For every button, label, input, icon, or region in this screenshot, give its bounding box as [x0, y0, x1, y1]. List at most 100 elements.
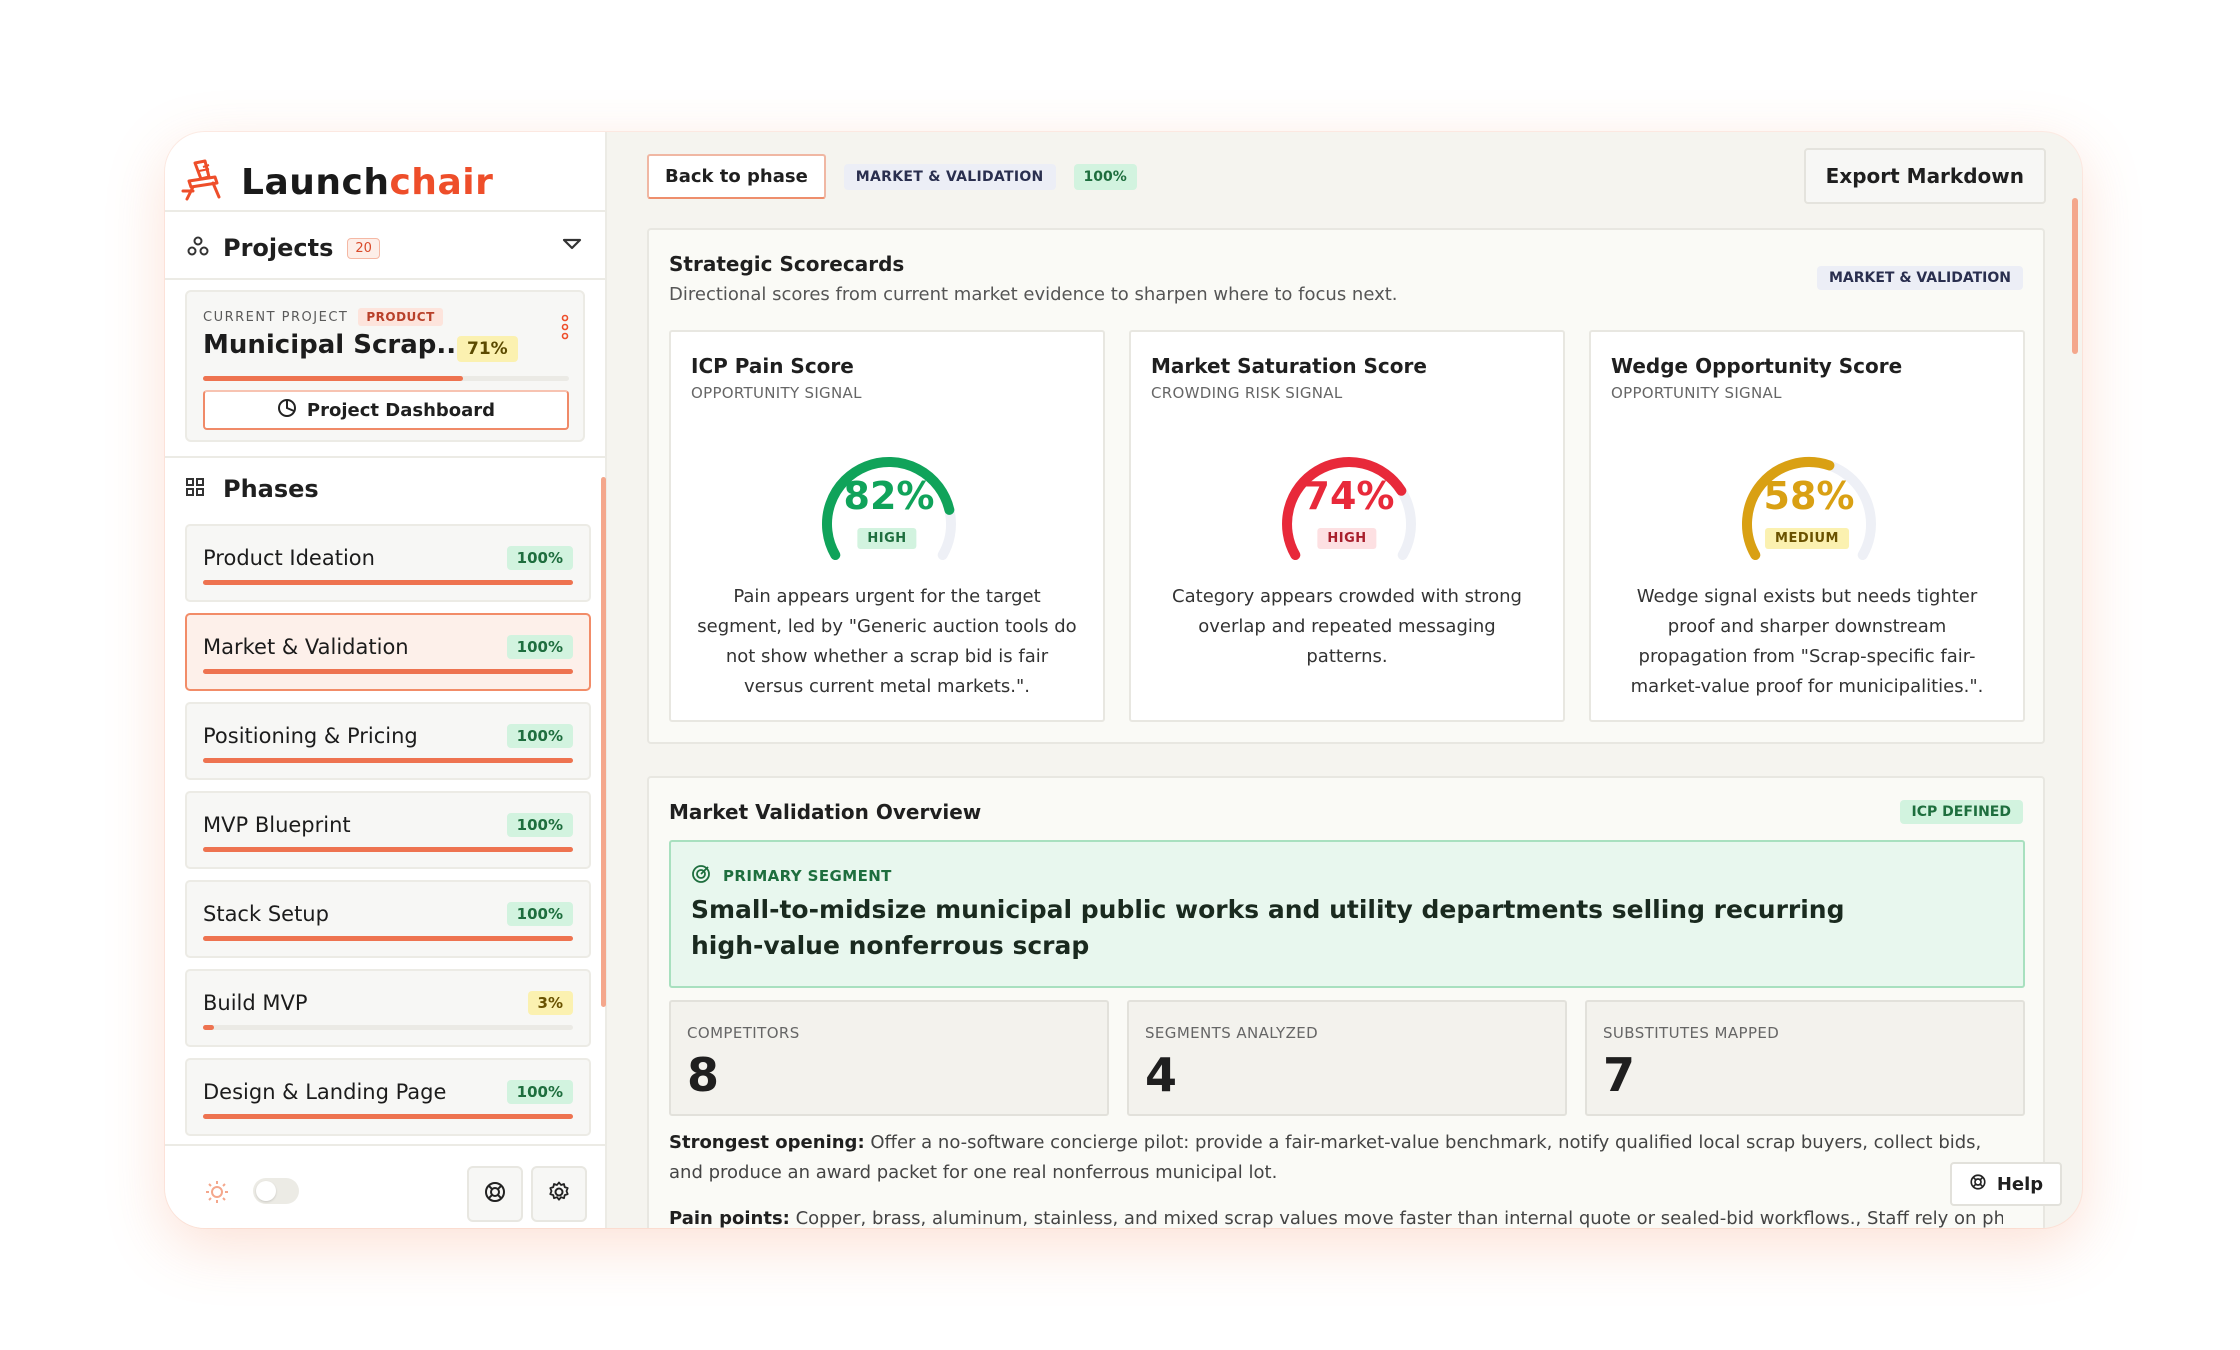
segments-analyzed-stat: SEGMENTS ANALYZED 4 [1127, 1000, 1567, 1116]
score-title: Wedge Opportunity Score [1611, 354, 1903, 378]
phase-percent-badge: 100% [506, 902, 573, 926]
phase-item-market-validation[interactable]: Market & Validation 100% [185, 613, 591, 691]
logo[interactable]: Launchchair [179, 152, 493, 212]
support-button[interactable] [467, 1166, 523, 1222]
phase-item-design-landing-page[interactable]: Design & Landing Page 100% [185, 1058, 591, 1136]
sun-icon [205, 1180, 229, 1208]
phase-progress-fill [203, 847, 573, 852]
phase-progress-bar [203, 847, 573, 852]
project-dashboard-button[interactable]: Project Dashboard [203, 390, 569, 430]
phase-progress-fill [203, 1025, 215, 1030]
phases-title: Phases [223, 475, 319, 503]
sidebar: Launchchair Projects 20 CURRENT PROJECT … [165, 132, 607, 1228]
phase-progress-fill [203, 1114, 573, 1119]
phase-progress-bar [203, 1025, 573, 1030]
primary-segment-text: Small-to-midsize municipal public works … [691, 895, 1845, 960]
phase-label: Design & Landing Page [203, 1080, 447, 1104]
competitors-stat: COMPETITORS 8 [669, 1000, 1109, 1116]
wedge-opportunity-score-card: Wedge Opportunity Score OPPORTUNITY SIGN… [1589, 330, 2025, 722]
stat-label: COMPETITORS [687, 1024, 800, 1042]
score-value: 58% [1763, 474, 1855, 518]
phases-header: Phases [185, 475, 319, 503]
score-level-badge: HIGH [1317, 528, 1377, 549]
score-subtitle: OPPORTUNITY SIGNAL [691, 384, 862, 402]
score-description: Wedge signal exists but needs tighter pr… [1630, 586, 1984, 697]
stat-value: 7 [1603, 1048, 1636, 1102]
pain-points-text: Pain points: Copper, brass, aluminum, st… [669, 1204, 2003, 1228]
app-window: Launchchair Projects 20 CURRENT PROJECT … [165, 132, 2082, 1228]
chair-logo-icon [179, 157, 231, 207]
project-type-tag: PRODUCT [358, 308, 443, 326]
phase-progress-fill [203, 758, 573, 763]
icp-pain-score-card: ICP Pain Score OPPORTUNITY SIGNAL 82% HI… [669, 330, 1105, 722]
phase-item-positioning-pricing[interactable]: Positioning & Pricing 100% [185, 702, 591, 780]
main-scrollbar[interactable] [2072, 198, 2078, 354]
back-to-phase-button[interactable]: Back to phase [647, 154, 826, 199]
panel-title: Strategic Scorecards [669, 252, 905, 276]
score-level-badge: HIGH [857, 528, 917, 549]
phase-label: MVP Blueprint [203, 813, 351, 837]
panel-badge: MARKET & VALIDATION [1816, 266, 2023, 290]
phase-item-build-mvp[interactable]: Build MVP 3% [185, 969, 591, 1047]
phase-label: Market & Validation [203, 635, 409, 659]
phase-label: Product Ideation [203, 546, 375, 570]
stat-value: 4 [1145, 1048, 1178, 1102]
divider [165, 456, 607, 458]
sidebar-footer [165, 1142, 607, 1228]
phase-percent-badge: 3% [527, 991, 573, 1015]
project-progress-bar [203, 376, 569, 381]
help-button[interactable]: Help [1950, 1162, 2062, 1206]
score-level-badge: MEDIUM [1765, 528, 1849, 549]
strongest-opening-body: Offer a no-software concierge pilot: pro… [669, 1132, 1982, 1183]
score-subtitle: OPPORTUNITY SIGNAL [1611, 384, 1782, 402]
export-markdown-button[interactable]: Export Markdown [1803, 148, 2046, 204]
projects-icon [187, 235, 209, 261]
phase-progress-bar [203, 580, 573, 585]
stat-value: 8 [687, 1048, 720, 1102]
panel-subtitle: Directional scores from current market e… [669, 284, 1398, 305]
chevron-down-icon[interactable] [561, 236, 583, 256]
phase-item-stack-setup[interactable]: Stack Setup 100% [185, 880, 591, 958]
phase-progress-bar [203, 936, 573, 941]
phase-label: Positioning & Pricing [203, 724, 418, 748]
phase-progress-bar [203, 758, 573, 763]
lifebuoy-icon [483, 1180, 507, 1208]
phase-item-mvp-blueprint[interactable]: MVP Blueprint 100% [185, 791, 591, 869]
help-label: Help [1996, 1173, 2044, 1195]
theme-toggle[interactable] [253, 1178, 299, 1204]
current-project-card: CURRENT PROJECT PRODUCT Municipal Scrap.… [185, 290, 585, 442]
pain-points-label: Pain points: [669, 1208, 790, 1228]
toggle-knob [256, 1181, 276, 1201]
score-value: 82% [843, 474, 935, 518]
current-project-label: CURRENT PROJECT [203, 309, 349, 325]
market-saturation-score-card: Market Saturation Score CROWDING RISK SI… [1129, 330, 1565, 722]
logo-text: Launchchair [241, 161, 494, 203]
score-subtitle: CROWDING RISK SIGNAL [1151, 384, 1343, 402]
market-validation-overview-panel: Market Validation Overview ICP DEFINED P… [647, 776, 2045, 1228]
project-progress-badge: 71% [457, 336, 518, 362]
lifebuoy-icon [1969, 1173, 1987, 1196]
phase-label: Stack Setup [203, 902, 329, 926]
sidebar-scrollbar[interactable] [601, 477, 606, 1007]
phase-percent-badge: 100% [506, 724, 573, 748]
score-value: 74% [1303, 474, 1395, 518]
settings-button[interactable] [531, 1166, 587, 1222]
panel-title: Market Validation Overview [669, 800, 982, 824]
stat-label: SUBSTITUTES MAPPED [1603, 1024, 1780, 1042]
phase-label: Build MVP [203, 991, 308, 1015]
projects-selector[interactable]: Projects 20 [187, 218, 587, 278]
projects-count-badge: 20 [347, 237, 380, 259]
projects-title: Projects [223, 234, 334, 262]
phase-percent-badge: 100% [506, 1080, 573, 1104]
phase-percent-badge: 100% [506, 635, 573, 659]
strongest-opening-text: Strongest opening: Offer a no-software c… [669, 1128, 1993, 1188]
pie-chart-icon [277, 398, 297, 423]
divider [165, 278, 607, 280]
phase-percent-badge: 100% [506, 813, 573, 837]
more-options-icon[interactable] [559, 314, 571, 340]
phase-item-product-ideation[interactable]: Product Ideation 100% [185, 524, 591, 602]
target-icon [691, 864, 711, 888]
phase-percent-badge: 100% [506, 546, 573, 570]
score-description: Category appears crowded with strong ove… [1172, 586, 1522, 667]
strongest-opening-label: Strongest opening: [669, 1132, 865, 1153]
